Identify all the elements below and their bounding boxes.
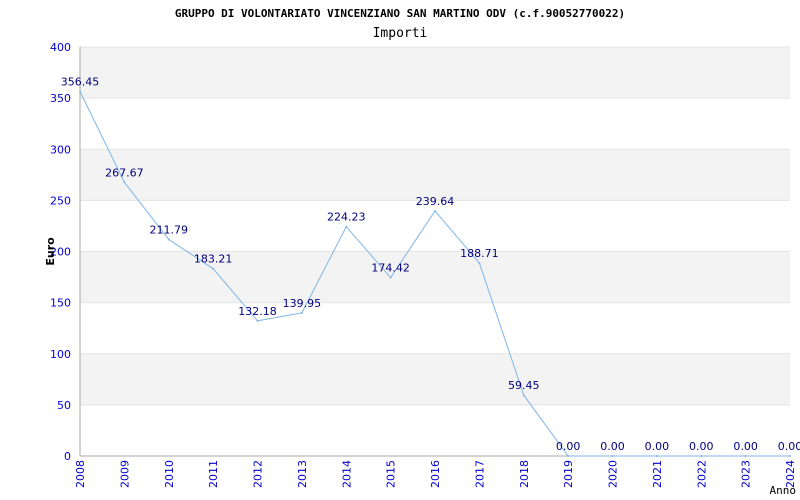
data-point (256, 319, 259, 322)
data-label: 183.21 (194, 253, 233, 266)
grid-band (80, 251, 790, 303)
y-tick-label: 350 (50, 92, 71, 105)
data-label: 0.00 (689, 440, 714, 453)
x-tick-label: 2019 (562, 460, 575, 488)
y-tick-label: 250 (50, 194, 71, 207)
data-label: 356.45 (61, 76, 100, 89)
data-point (611, 455, 614, 457)
chart-subtitle: Importi (373, 26, 428, 41)
x-tick-label: 2010 (163, 460, 176, 488)
y-tick-label: 50 (57, 399, 71, 412)
x-tick-label: 2011 (207, 460, 220, 488)
x-tick-label: 2022 (695, 460, 708, 488)
x-tick-label: 2015 (385, 460, 398, 488)
y-tick-label: 400 (50, 41, 71, 54)
data-label: 0.00 (556, 440, 581, 453)
grid-band (80, 353, 790, 405)
x-tick-label: 2023 (740, 460, 753, 488)
data-point (345, 225, 348, 228)
data-label: 174.42 (371, 262, 410, 275)
line-chart: GRUPPO DI VOLONTARIATO VINCENZIANO SAN M… (44, 7, 800, 497)
data-label: 0.00 (600, 440, 625, 453)
x-tick-label: 2021 (651, 460, 664, 488)
x-tick-label: 2009 (118, 460, 131, 488)
data-point (79, 90, 81, 93)
data-point (744, 455, 747, 457)
x-tick-label: 2012 (252, 460, 265, 488)
x-axis-label: Anno (770, 484, 797, 497)
data-point (167, 238, 170, 241)
data-label: 132.18 (238, 305, 277, 318)
data-point (522, 394, 525, 397)
data-label: 224.23 (327, 211, 366, 224)
x-tick-label: 2014 (340, 460, 353, 488)
data-label: 0.00 (778, 440, 800, 453)
data-label: 59.45 (508, 379, 540, 392)
data-label: 0.00 (645, 440, 670, 453)
data-label: 239.64 (416, 195, 455, 208)
data-point (655, 455, 658, 457)
y-axis-label: Euro (44, 237, 57, 266)
y-tick-label: 150 (50, 297, 71, 310)
chart-title: GRUPPO DI VOLONTARIATO VINCENZIANO SAN M… (175, 7, 625, 20)
data-point (123, 181, 126, 184)
x-tick-label: 2018 (518, 460, 531, 488)
data-point (789, 455, 791, 457)
data-label: 188.71 (460, 247, 499, 260)
grid-band (80, 47, 790, 99)
data-point (700, 455, 703, 457)
x-tick-label: 2020 (607, 460, 620, 488)
y-tick-label: 100 (50, 348, 71, 361)
data-point (434, 209, 436, 212)
data-point (389, 276, 392, 279)
x-tick-label: 2016 (429, 460, 442, 488)
data-label: 0.00 (733, 440, 758, 453)
data-label: 139.95 (283, 297, 322, 310)
y-tick-label: 300 (50, 143, 71, 156)
data-label: 211.79 (150, 223, 189, 236)
x-axis-ticks: 2008 2009 2010 2011 2012 2013 2014 2015 2016 2017… (74, 460, 797, 488)
data-label: 267.67 (105, 166, 144, 179)
data-point (212, 267, 215, 270)
y-tick-label: 0 (64, 450, 71, 463)
x-tick-label: 2008 (74, 460, 87, 488)
x-tick-label: 2013 (296, 460, 309, 488)
data-point (567, 455, 570, 457)
data-point (478, 262, 481, 265)
data-point (300, 311, 303, 314)
grid-band (80, 149, 790, 201)
x-tick-label: 2017 (473, 460, 486, 488)
